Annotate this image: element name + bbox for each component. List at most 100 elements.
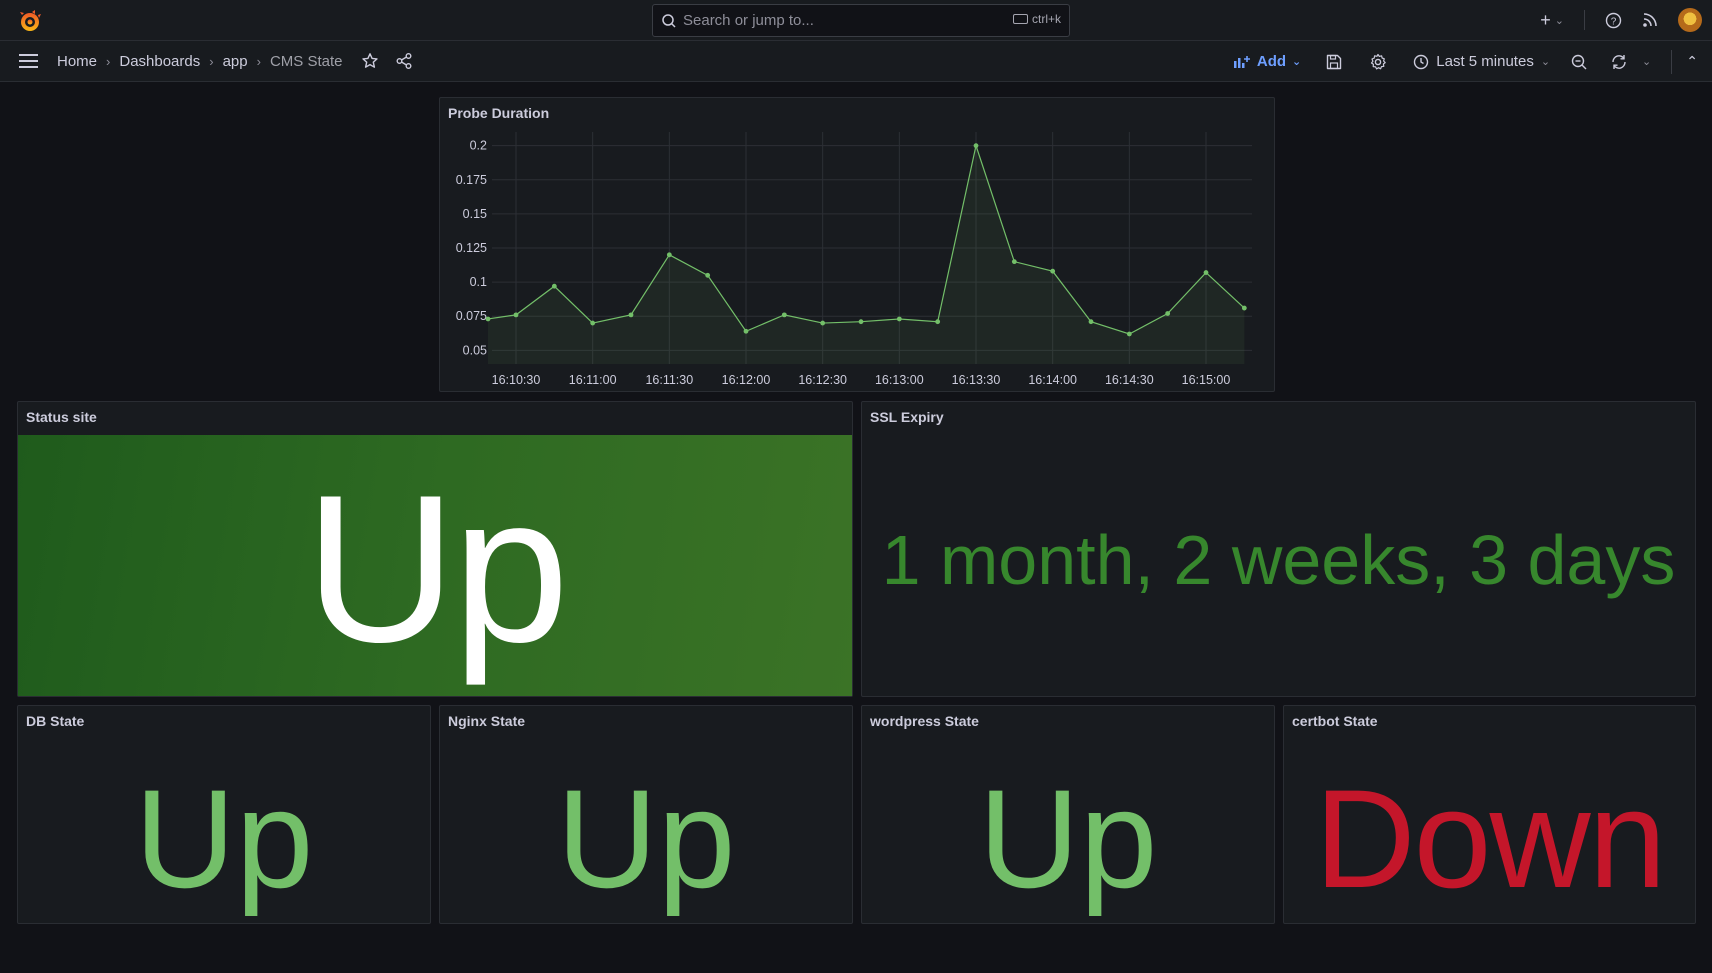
time-range-picker[interactable]: Last 5 minutes ⌄ <box>1413 53 1550 70</box>
chevron-right-icon: › <box>106 53 111 69</box>
breadcrumb-dashboard-title: CMS State <box>269 52 343 70</box>
chevron-down-icon: ⌄ <box>1292 56 1302 68</box>
user-avatar[interactable] <box>1678 8 1702 32</box>
clock-icon <box>1414 54 1429 69</box>
breadcrumb-home[interactable]: Home <box>57 53 97 70</box>
x-tick-label: 16:11:30 <box>645 373 693 387</box>
y-tick-label: 0.05 <box>463 343 487 357</box>
panel-status-site[interactable]: Status site Up <box>17 401 853 697</box>
dashboard-controls: Add ⌄ Last 5 minutes ⌄ ⌄ ⌃ <box>1233 49 1698 74</box>
search-placeholder: Search or jump to... <box>683 12 814 29</box>
add-panel-icon <box>1233 55 1250 68</box>
data-point <box>1241 305 1247 311</box>
data-point <box>781 312 787 318</box>
search-icon <box>662 13 676 28</box>
zoom-out-icon[interactable] <box>1570 53 1588 71</box>
y-tick-label: 0.125 <box>456 241 487 255</box>
panel-db-state[interactable]: DB State Up <box>17 705 431 924</box>
menu-icon[interactable] <box>19 54 38 68</box>
share-icon[interactable] <box>395 52 413 70</box>
divider <box>1671 49 1673 74</box>
x-tick-label: 16:13:30 <box>952 373 1001 387</box>
star-icon[interactable] <box>361 52 379 70</box>
top-bar-actions: + ⌄ ? <box>1540 8 1702 32</box>
keyboard-icon <box>1012 14 1028 24</box>
data-point <box>590 320 596 326</box>
grafana-logo-icon[interactable] <box>18 9 42 33</box>
x-tick-label: 16:11:00 <box>569 373 617 387</box>
chevron-down-icon: ⌄ <box>1540 56 1551 68</box>
data-point <box>743 328 749 334</box>
breadcrumb: Home › Dashboards › app › CMS State <box>57 52 413 70</box>
top-bar: Search or jump to... ctrl+k + ⌄ ? <box>0 0 1712 41</box>
panel-title: wordpress State <box>870 713 979 729</box>
data-point <box>1165 311 1171 316</box>
panel-title: Status site <box>26 409 97 425</box>
data-point <box>820 320 826 326</box>
gear-icon[interactable] <box>1369 53 1387 71</box>
db-state-value: Up <box>134 760 314 917</box>
y-tick-label: 0.2 <box>470 139 487 153</box>
chevron-right-icon: › <box>209 53 214 69</box>
y-tick-label: 0.075 <box>456 309 487 323</box>
panel-probe-duration[interactable]: Probe Duration 0.05 0.075 0.1 0.125 0.15 0.17… <box>439 97 1275 392</box>
shortcut-label: ctrl+k <box>1031 12 1061 26</box>
rss-icon[interactable] <box>1642 12 1658 28</box>
plus-icon: + <box>1540 9 1551 30</box>
chevron-up-icon[interactable]: ⌃ <box>1686 53 1698 70</box>
data-point <box>935 319 941 325</box>
data-point <box>705 272 711 278</box>
breadcrumb-dashboards[interactable]: Dashboards <box>119 53 200 70</box>
probe-duration-chart[interactable]: 0.05 0.075 0.1 0.125 0.15 0.175 0.2 16:10:30 16:… <box>440 98 1276 393</box>
y-tick-label: 0.1 <box>470 275 487 289</box>
series-area <box>488 145 1245 364</box>
panel-title: Nginx State <box>448 713 526 729</box>
data-point <box>1088 319 1094 325</box>
refresh-icon[interactable] <box>1610 53 1628 71</box>
data-point <box>485 316 491 322</box>
panel-ssl-expiry[interactable]: SSL Expiry 1 month, 2 weeks, 3 days <box>861 401 1696 697</box>
status-site-value: Up <box>304 451 569 686</box>
search-bar[interactable]: Search or jump to... ctrl+k <box>652 4 1070 37</box>
data-point <box>1011 259 1017 265</box>
new-menu-button[interactable]: + ⌄ <box>1540 10 1564 31</box>
data-point <box>1203 270 1209 275</box>
data-point <box>858 319 864 325</box>
ssl-expiry-value: 1 month, 2 weeks, 3 days <box>881 521 1676 599</box>
x-tick-label: 16:14:30 <box>1105 373 1154 387</box>
y-tick-label: 0.175 <box>456 173 487 187</box>
panel-title: DB State <box>26 713 85 729</box>
x-tick-label: 16:15:00 <box>1182 373 1231 387</box>
panel-certbot-state[interactable]: certbot State Down <box>1283 705 1696 924</box>
time-range-label: Last 5 minutes <box>1436 53 1534 70</box>
help-icon[interactable]: ? <box>1605 12 1622 29</box>
data-point <box>666 252 672 258</box>
data-point <box>1126 331 1132 337</box>
chevron-right-icon: › <box>256 53 261 69</box>
data-point <box>896 316 902 322</box>
panel-title: certbot State <box>1292 713 1378 729</box>
add-button[interactable]: Add ⌄ <box>1233 53 1301 70</box>
panel-title: SSL Expiry <box>870 409 944 425</box>
add-label: Add <box>1256 53 1287 70</box>
x-tick-label: 16:12:00 <box>722 373 771 387</box>
chevron-down-icon: ⌄ <box>1554 14 1564 27</box>
nginx-state-value: Up <box>556 760 736 917</box>
divider <box>1584 10 1585 30</box>
save-icon[interactable] <box>1325 53 1343 71</box>
svg-text:?: ? <box>1611 16 1617 27</box>
data-point <box>628 312 634 318</box>
panel-wordpress-state[interactable]: wordpress State Up <box>861 705 1275 924</box>
y-tick-label: 0.15 <box>463 207 487 221</box>
x-tick-label: 16:10:30 <box>492 373 541 387</box>
x-tick-label: 16:14:00 <box>1028 373 1077 387</box>
panel-nginx-state[interactable]: Nginx State Up <box>439 705 853 924</box>
breadcrumb-folder[interactable]: app <box>223 53 248 70</box>
x-tick-label: 16:12:30 <box>798 373 847 387</box>
data-point <box>1050 268 1056 274</box>
refresh-interval-chevron-icon[interactable]: ⌄ <box>1642 55 1651 68</box>
certbot-state-value: Down <box>1314 760 1667 917</box>
wordpress-state-value: Up <box>978 760 1158 917</box>
data-point <box>973 143 979 149</box>
search-shortcut: ctrl+k <box>1012 12 1061 26</box>
